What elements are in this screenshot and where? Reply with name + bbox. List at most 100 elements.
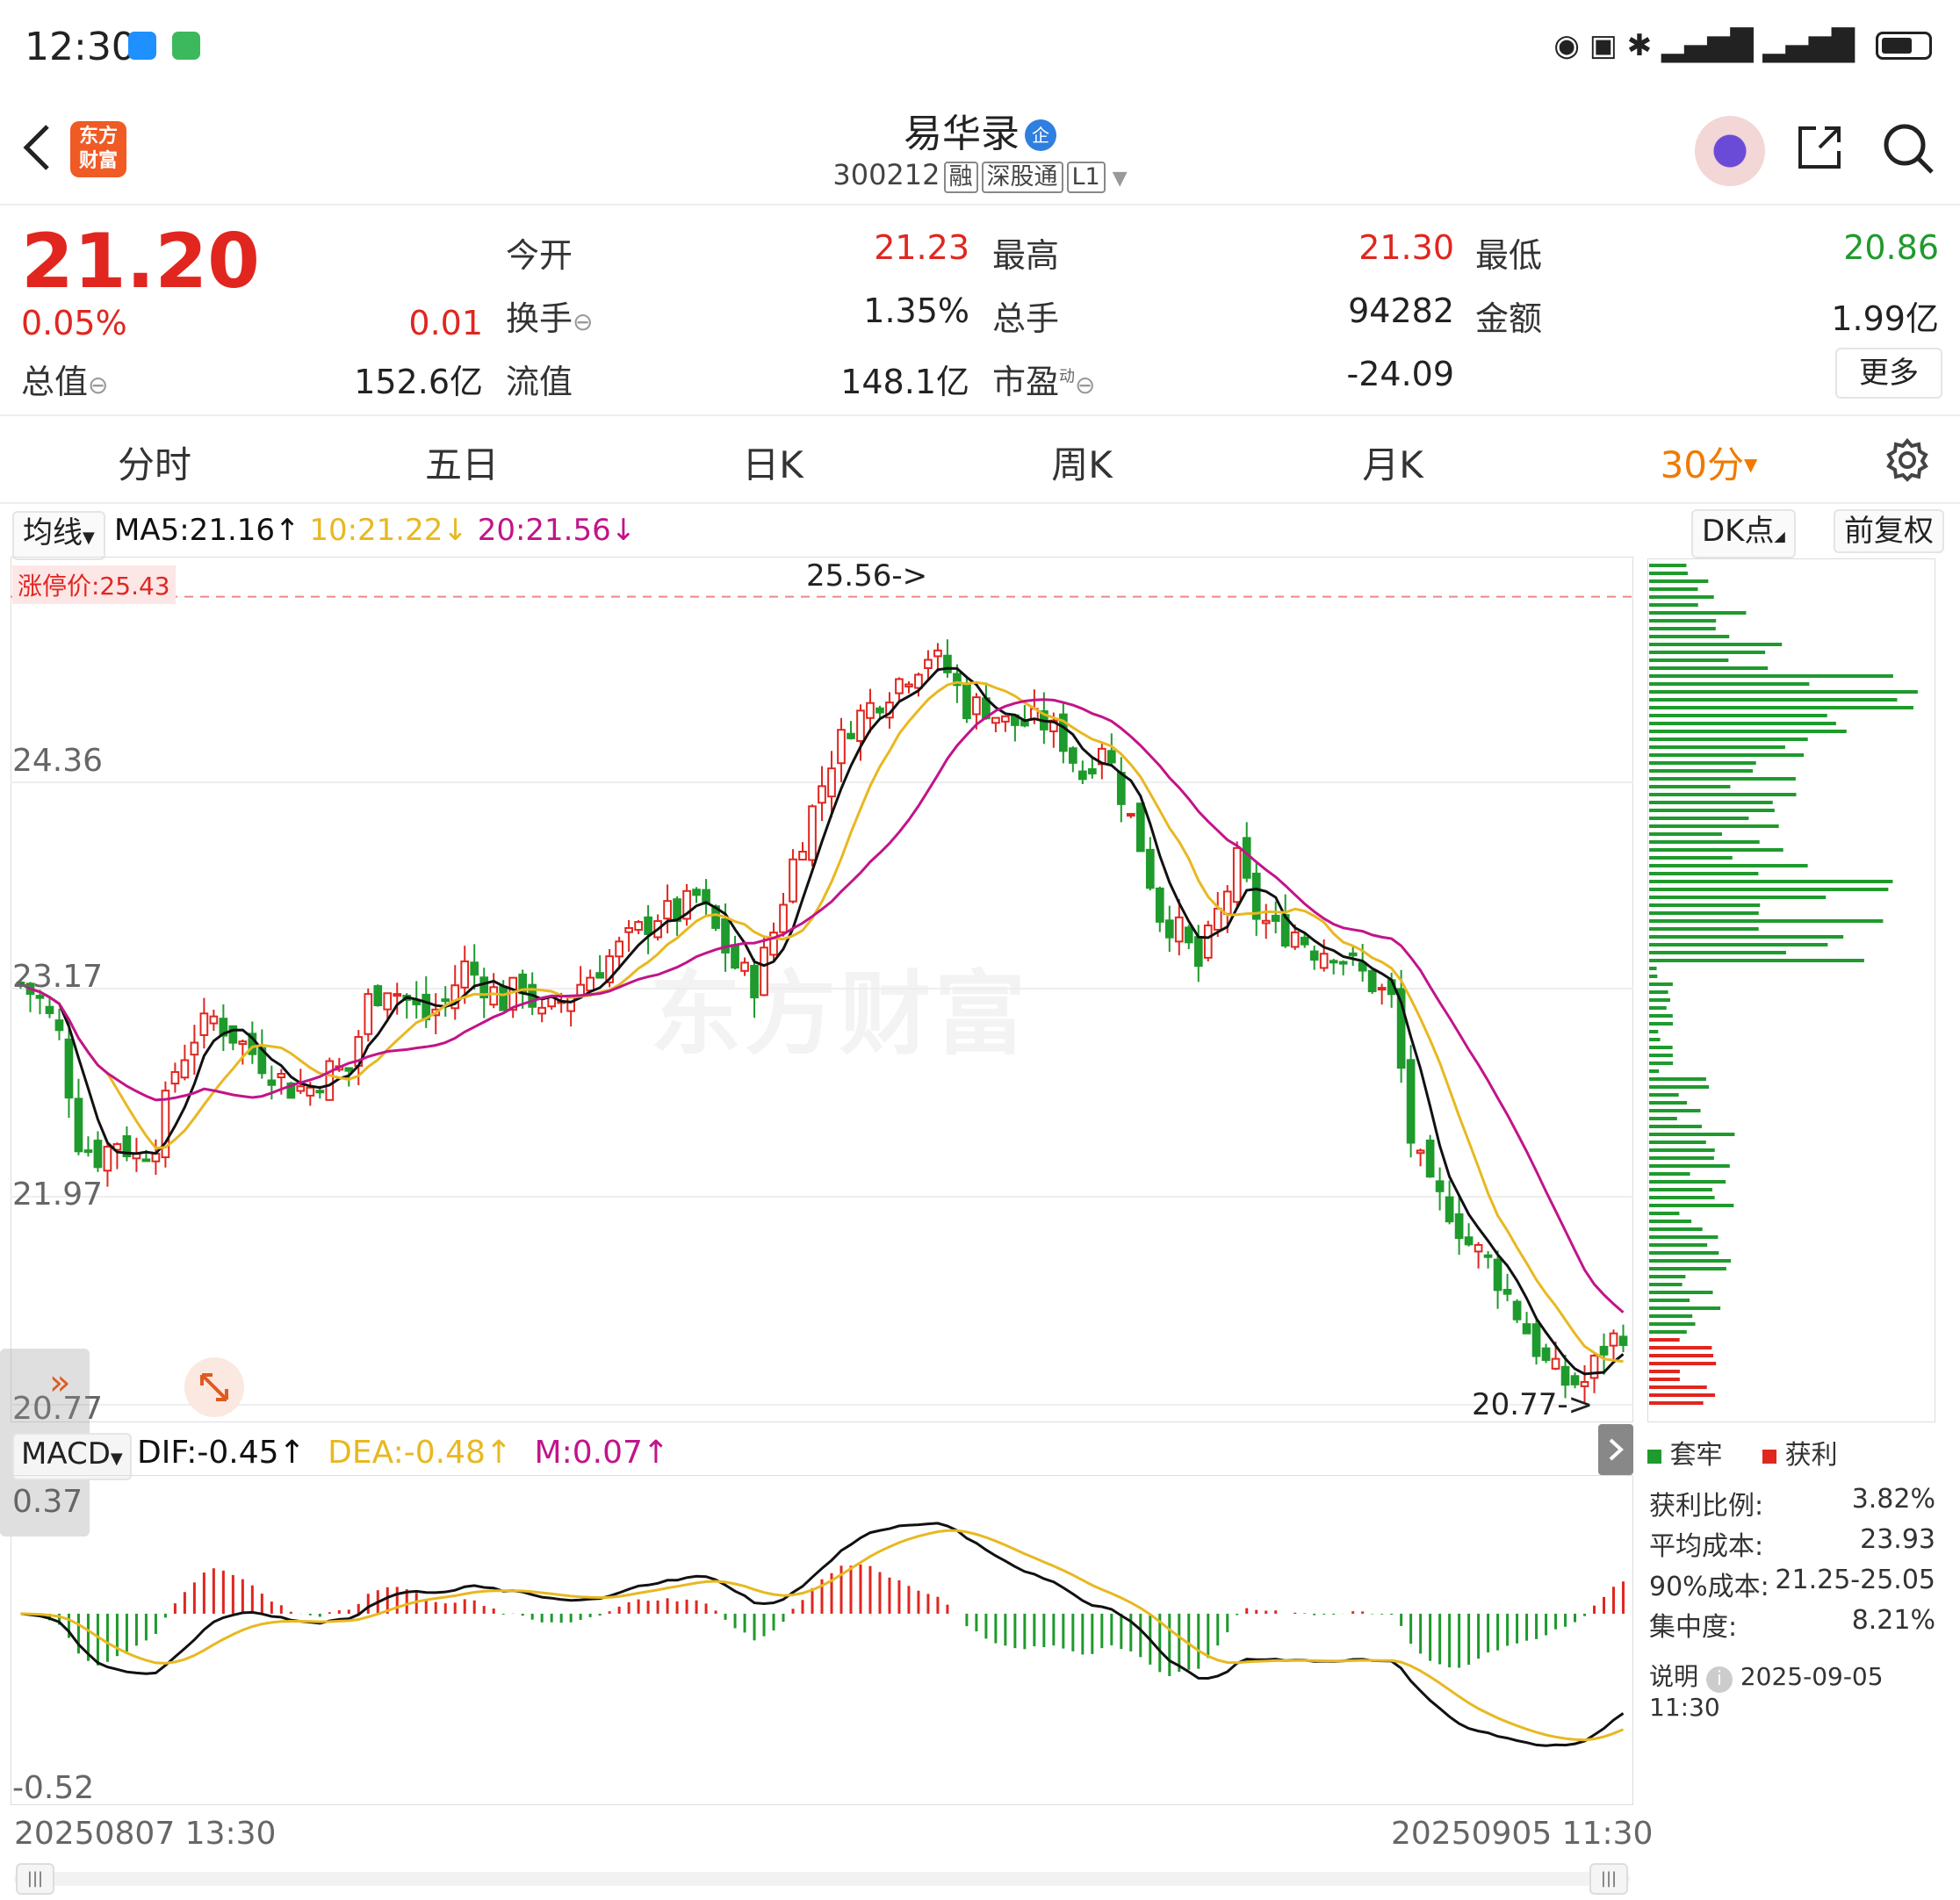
candle-body bbox=[441, 998, 450, 1003]
chip-bar-trapped bbox=[1649, 1196, 1715, 1199]
x-end-label: 20250905 11:30 bbox=[1391, 1816, 1654, 1852]
candlestick-chart[interactable] bbox=[11, 557, 1633, 1422]
chip-bar-profit bbox=[1649, 1354, 1713, 1357]
chip-bar-trapped bbox=[1649, 1291, 1713, 1294]
ma20-value: 20:21.56 bbox=[477, 513, 611, 548]
chip-bar-trapped bbox=[1649, 1006, 1667, 1010]
candle-body bbox=[489, 986, 499, 1006]
assistant-avatar[interactable] bbox=[1695, 116, 1765, 186]
tab-30min[interactable]: 30分▼ bbox=[1621, 435, 1797, 489]
dropdown-icon[interactable]: ▼ bbox=[1113, 168, 1128, 190]
chip-bar-trapped bbox=[1649, 817, 1749, 820]
x-start-label: 20250807 13:30 bbox=[14, 1816, 277, 1852]
info-icon[interactable]: ⊖ bbox=[88, 371, 108, 399]
candle-body bbox=[1367, 969, 1377, 993]
chevron-right-icon[interactable] bbox=[1598, 1424, 1633, 1475]
candle-body bbox=[470, 961, 479, 976]
chip-bar-trapped bbox=[1649, 1141, 1706, 1144]
ma-selector[interactable]: 均线▼ bbox=[12, 511, 105, 560]
chip-bar-trapped bbox=[1649, 1125, 1702, 1128]
battery-icon bbox=[1876, 32, 1932, 60]
ma10-value: 10:21.22 bbox=[309, 513, 443, 548]
chip-bar-trapped bbox=[1649, 1038, 1661, 1041]
chip-note[interactable]: 说明 i 2025-09-05 11:30 bbox=[1649, 1658, 1960, 1722]
candle-body bbox=[1512, 1300, 1522, 1321]
scroll-handle-left[interactable]: ||| bbox=[16, 1863, 54, 1895]
chip-90-cost-label: 90%成本: bbox=[1649, 1572, 1769, 1602]
chip-bar-trapped bbox=[1649, 1172, 1690, 1176]
candle-body bbox=[383, 992, 393, 1011]
search-icon[interactable] bbox=[1881, 121, 1935, 176]
tab-five-day[interactable]: 五日 bbox=[374, 435, 550, 489]
tab-monthly-k[interactable]: 月K bbox=[1305, 435, 1481, 489]
pe-label[interactable]: 市盈动⊖ bbox=[992, 355, 1095, 403]
chip-bar-trapped bbox=[1649, 1299, 1690, 1302]
macd-y-max: 0.37 bbox=[12, 1484, 83, 1520]
trapped-legend: 套牢 bbox=[1669, 1440, 1723, 1471]
tab-intraday[interactable]: 分时 bbox=[67, 435, 242, 489]
dk-point-button[interactable]: DK点◢ bbox=[1691, 509, 1796, 558]
chip-bar-trapped bbox=[1649, 1322, 1696, 1326]
dea-line bbox=[20, 1529, 1625, 1742]
scroll-handle-right[interactable]: ||| bbox=[1589, 1863, 1628, 1895]
chip-bar-trapped bbox=[1649, 832, 1722, 836]
candle-body bbox=[393, 993, 402, 997]
candle-body bbox=[1464, 1236, 1474, 1246]
chip-bar-trapped bbox=[1649, 745, 1785, 749]
candle-body bbox=[1348, 952, 1358, 957]
macd-selector[interactable]: MACD▼ bbox=[12, 1433, 132, 1480]
candle-body bbox=[1001, 715, 1010, 723]
candle-body bbox=[1116, 772, 1126, 805]
open-label: 今开 bbox=[506, 236, 573, 275]
info-icon[interactable]: ⊖ bbox=[573, 307, 593, 336]
chip-bar-trapped bbox=[1649, 1188, 1712, 1191]
message-notification-icon bbox=[128, 32, 156, 60]
chip-bar-trapped bbox=[1649, 1093, 1679, 1097]
candle-body bbox=[740, 961, 749, 972]
candle-body bbox=[1193, 936, 1203, 968]
m-value: M:0.07 bbox=[534, 1435, 643, 1471]
tab-weekly-k[interactable]: 周K bbox=[994, 435, 1170, 489]
chip-distribution-chart bbox=[1649, 564, 1918, 1405]
chip-bar-profit bbox=[1649, 1401, 1704, 1405]
chip-bar-trapped bbox=[1649, 682, 1810, 686]
candle-body bbox=[1164, 919, 1174, 939]
turnover-label[interactable]: 换手⊖ bbox=[506, 291, 593, 340]
candle-body bbox=[1541, 1347, 1551, 1361]
double-chevron-icon: » bbox=[49, 1363, 71, 1403]
chip-bar-trapped bbox=[1649, 1251, 1719, 1255]
stock-subtitle[interactable]: 300212 融深股通 L1 ▼ bbox=[0, 158, 1960, 193]
up-arrow: ↑ bbox=[275, 513, 300, 548]
candle-body bbox=[1242, 837, 1251, 879]
candle-body bbox=[876, 707, 884, 714]
info-icon[interactable]: ⊖ bbox=[1075, 371, 1095, 399]
chip-bar-trapped bbox=[1649, 1306, 1721, 1310]
candle-body bbox=[1377, 987, 1387, 991]
chip-bar-trapped bbox=[1649, 959, 1864, 962]
share-icon[interactable] bbox=[1793, 121, 1846, 174]
adjust-button[interactable]: 前复权 bbox=[1834, 509, 1944, 553]
chip-bar-trapped bbox=[1649, 864, 1808, 867]
chip-bar-profit bbox=[1649, 1385, 1707, 1389]
more-button[interactable]: 更多 bbox=[1835, 348, 1942, 399]
dif-line bbox=[20, 1522, 1625, 1747]
chip-bar-trapped bbox=[1649, 919, 1884, 923]
chip-bar-trapped bbox=[1649, 1101, 1688, 1105]
expand-icon[interactable] bbox=[184, 1357, 244, 1417]
total-value-label[interactable]: 总值⊖ bbox=[21, 355, 108, 403]
gear-icon[interactable] bbox=[1884, 437, 1930, 483]
up-arrow: ↑ bbox=[642, 1435, 670, 1471]
macd-chart[interactable] bbox=[11, 1475, 1633, 1805]
candle-body bbox=[586, 976, 594, 992]
candle-body bbox=[914, 673, 923, 689]
app-notification-icon bbox=[172, 32, 200, 60]
candle-body bbox=[1425, 1139, 1435, 1178]
chip-bar-profit bbox=[1649, 1338, 1680, 1342]
chip-bar-trapped bbox=[1649, 714, 1827, 717]
candle-body bbox=[837, 729, 846, 765]
candle-body bbox=[64, 1038, 74, 1099]
time-scrollbar[interactable] bbox=[14, 1872, 1630, 1886]
chip-bar-trapped bbox=[1649, 990, 1668, 994]
tab-daily-k[interactable]: 日K bbox=[685, 435, 861, 489]
candle-body bbox=[151, 1152, 161, 1162]
